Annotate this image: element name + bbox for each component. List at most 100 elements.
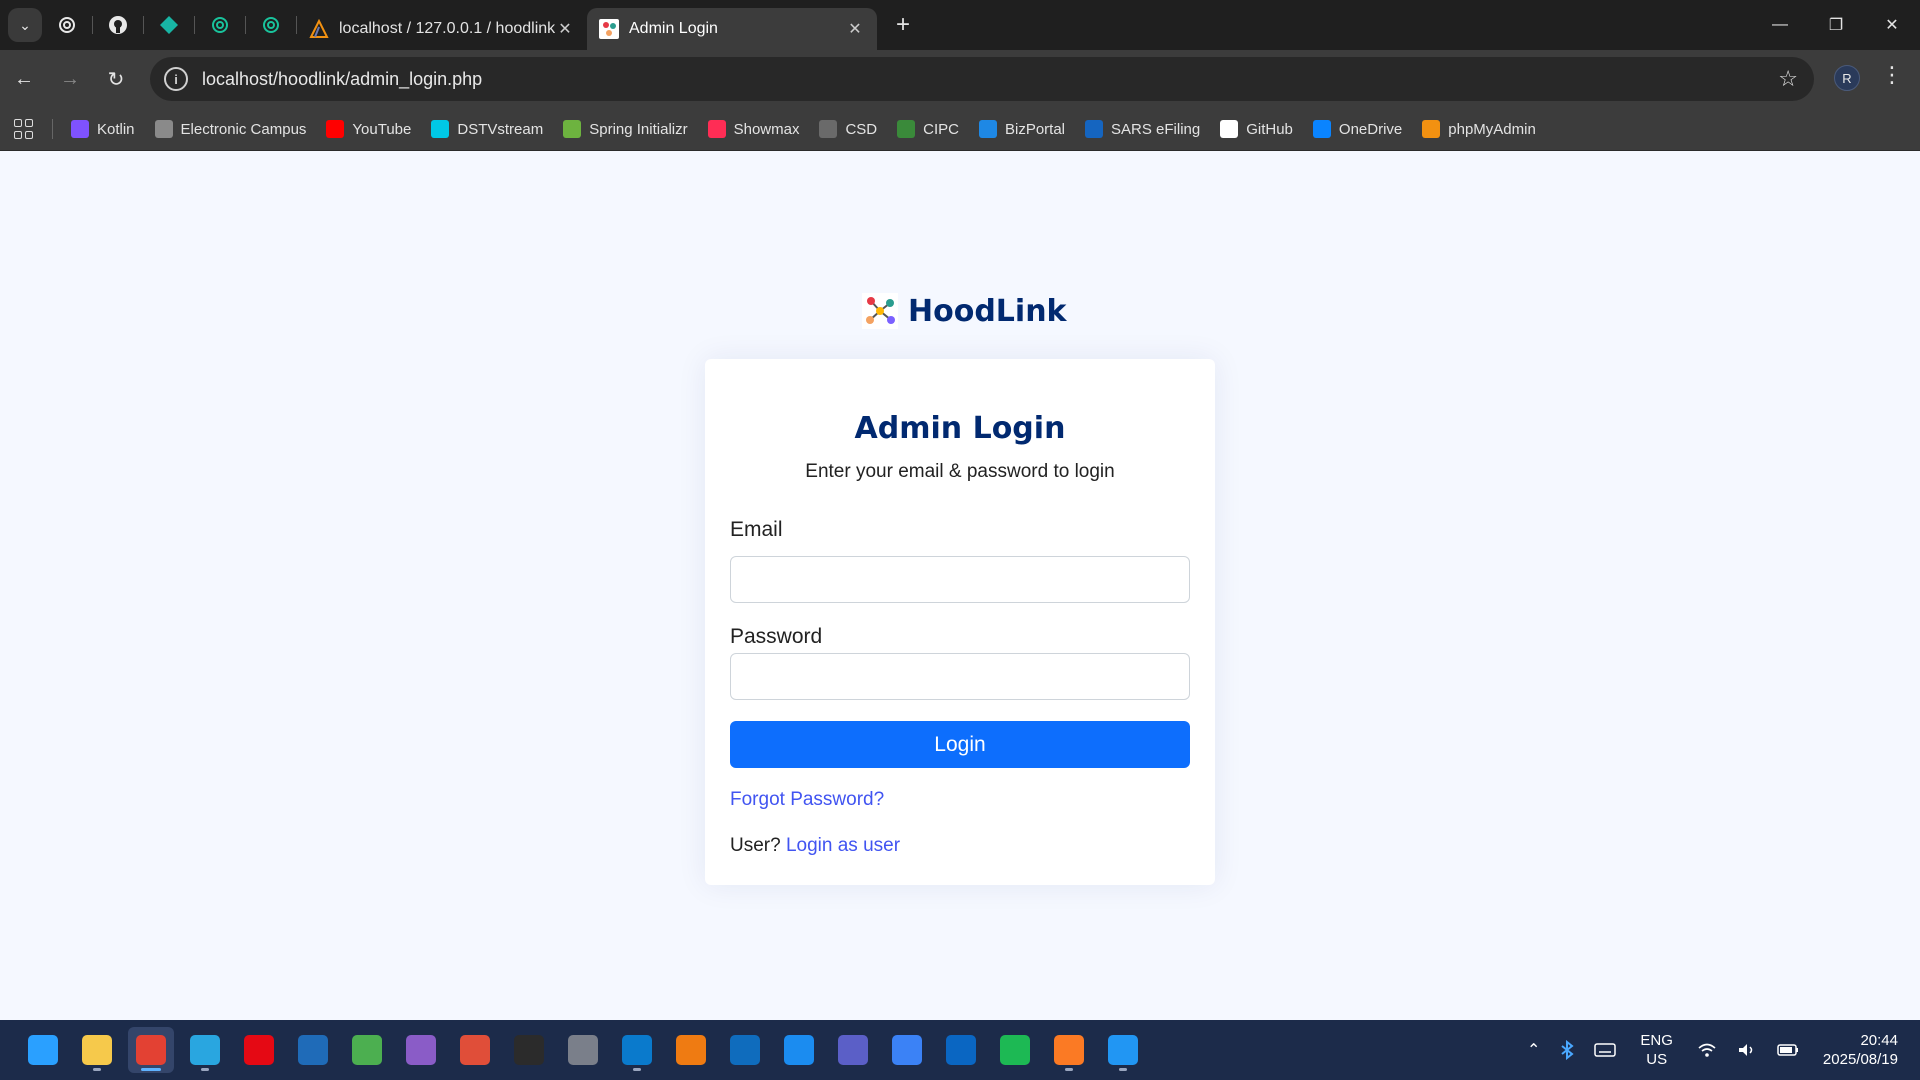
minimize-button[interactable]: — bbox=[1752, 0, 1808, 50]
taskbar-app[interactable] bbox=[992, 1027, 1038, 1073]
bookmark-youtube[interactable]: YouTube bbox=[326, 120, 411, 138]
window-controls: — ❐ ✕ bbox=[1752, 0, 1920, 50]
tab-admin-login[interactable]: Admin Login ✕ bbox=[587, 8, 877, 50]
openai-icon bbox=[212, 17, 228, 33]
site-info-icon[interactable]: i bbox=[164, 67, 188, 91]
bookmark-kotlin[interactable]: Kotlin bbox=[71, 120, 135, 138]
bookmark-electronic-campus[interactable]: Electronic Campus bbox=[154, 120, 307, 138]
taskbar-app[interactable] bbox=[452, 1027, 498, 1073]
taskbar-app[interactable] bbox=[398, 1027, 444, 1073]
taskbar-app[interactable] bbox=[830, 1027, 876, 1073]
brand[interactable]: HoodLink bbox=[862, 293, 1067, 329]
taskbar-app[interactable] bbox=[722, 1027, 768, 1073]
close-icon[interactable]: ✕ bbox=[555, 19, 575, 39]
xampp-icon bbox=[1054, 1035, 1084, 1065]
login-as-user-link[interactable]: Login as user bbox=[786, 835, 900, 856]
pinned-tab-github[interactable] bbox=[93, 0, 143, 50]
bookmark-github[interactable]: GitHub bbox=[1220, 120, 1293, 138]
bookmark-label: Kotlin bbox=[97, 120, 135, 138]
taskbar-app[interactable] bbox=[344, 1027, 390, 1073]
bookmark-favicon-icon bbox=[1422, 120, 1441, 138]
email-field[interactable] bbox=[730, 556, 1190, 603]
back-button[interactable]: ← bbox=[2, 57, 46, 101]
taskbar-app[interactable] bbox=[1100, 1027, 1146, 1073]
pinned-tab-diamond[interactable] bbox=[144, 0, 194, 50]
bookmark-onedrive[interactable]: OneDrive bbox=[1312, 120, 1402, 138]
keyboard-icon[interactable] bbox=[1594, 1042, 1617, 1058]
tab-phpmyadmin[interactable]: localhost / 127.0.0.1 / hoodlink ✕ bbox=[297, 8, 587, 50]
bluetooth-icon[interactable] bbox=[1560, 1040, 1575, 1060]
pinned-tab-chatgpt-2[interactable] bbox=[195, 0, 245, 50]
running-indicator bbox=[201, 1068, 209, 1071]
address-bar[interactable]: i localhost/hoodlink/admin_login.php ☆ bbox=[150, 57, 1814, 101]
login-button[interactable]: Login bbox=[730, 721, 1190, 768]
bookmark-label: Electronic Campus bbox=[180, 120, 307, 138]
chevron-up-icon[interactable]: ⌃ bbox=[1527, 1040, 1540, 1060]
bookmark-favicon-icon bbox=[897, 120, 916, 138]
bookmark-spring-initializr[interactable]: Spring Initializr bbox=[563, 120, 688, 138]
taskbar-app[interactable] bbox=[182, 1027, 228, 1073]
close-window-button[interactable]: ✕ bbox=[1864, 0, 1920, 50]
clock-time: 20:44 bbox=[1860, 1032, 1898, 1049]
page-subtitle: Enter your email & password to login bbox=[805, 461, 1115, 482]
bookmarks-divider bbox=[52, 119, 53, 139]
tab-search-button[interactable]: ⌄ bbox=[8, 8, 42, 42]
taskbar-app[interactable] bbox=[290, 1027, 336, 1073]
vscode-icon bbox=[622, 1035, 652, 1065]
volume-icon[interactable] bbox=[1737, 1042, 1757, 1058]
bookmark-favicon-icon bbox=[563, 120, 582, 138]
hoodlink-favicon-icon bbox=[599, 19, 619, 39]
bookmark-favicon-icon bbox=[71, 120, 89, 138]
restore-icon: ❐ bbox=[1828, 17, 1844, 34]
bookmark-list: Kotlin Electronic Campus YouTube DSTVstream… bbox=[71, 120, 1556, 138]
star-icon[interactable]: ☆ bbox=[1778, 66, 1798, 92]
profile-avatar[interactable]: R bbox=[1834, 65, 1860, 91]
taskbar-app[interactable] bbox=[884, 1027, 930, 1073]
bookmark-favicon-icon bbox=[1085, 120, 1104, 138]
phpmyadmin-icon bbox=[309, 19, 329, 38]
running-indicator bbox=[633, 1068, 641, 1071]
apps-grid-icon[interactable] bbox=[14, 119, 34, 139]
bookmark-label: phpMyAdmin bbox=[1448, 120, 1536, 138]
bookmark-dstvstream[interactable]: DSTVstream bbox=[431, 120, 543, 138]
outlook-icon bbox=[730, 1035, 760, 1065]
taskbar-app[interactable] bbox=[1046, 1027, 1092, 1073]
battery-icon[interactable] bbox=[1777, 1043, 1799, 1057]
taskbar-app[interactable] bbox=[236, 1027, 282, 1073]
new-tab-button[interactable]: + bbox=[883, 5, 923, 45]
restore-button[interactable]: ❐ bbox=[1808, 0, 1864, 50]
close-icon[interactable]: ✕ bbox=[845, 19, 865, 39]
bookmark-csd[interactable]: CSD bbox=[819, 120, 877, 138]
forgot-password-link[interactable]: Forgot Password? bbox=[730, 789, 884, 811]
taskbar-app[interactable] bbox=[776, 1027, 822, 1073]
language-indicator[interactable]: ENG US bbox=[1640, 1031, 1673, 1069]
password-field[interactable] bbox=[730, 653, 1190, 700]
taskbar-app[interactable] bbox=[20, 1027, 66, 1073]
taskbar-app[interactable] bbox=[614, 1027, 660, 1073]
bookmark-favicon-icon bbox=[154, 120, 173, 138]
bookmark-bizportal[interactable]: BizPortal bbox=[978, 120, 1065, 138]
bookmark-label: Spring Initializr bbox=[589, 120, 688, 138]
terminal-icon bbox=[514, 1035, 544, 1065]
reload-button[interactable]: ↻ bbox=[94, 57, 138, 101]
taskbar-app[interactable] bbox=[938, 1027, 984, 1073]
bookmark-sars-efiling[interactable]: SARS eFiling bbox=[1085, 120, 1200, 138]
more-menu-icon[interactable]: ⋮ bbox=[1880, 62, 1904, 88]
taskbar-app[interactable] bbox=[560, 1027, 606, 1073]
taskbar-app[interactable] bbox=[74, 1027, 120, 1073]
bookmarks-bar: Kotlin Electronic Campus YouTube DSTVstream… bbox=[0, 108, 1920, 151]
bookmark-phpmyadmin[interactable]: phpMyAdmin bbox=[1422, 120, 1536, 138]
close-icon: ✕ bbox=[1885, 17, 1899, 34]
bookmark-cipc[interactable]: CIPC bbox=[897, 120, 959, 138]
pinned-tab-chatgpt[interactable] bbox=[42, 0, 92, 50]
url-text[interactable]: localhost/hoodlink/admin_login.php bbox=[202, 69, 482, 90]
netflix-icon bbox=[244, 1035, 274, 1065]
wifi-icon[interactable] bbox=[1697, 1042, 1717, 1058]
bookmark-showmax[interactable]: Showmax bbox=[707, 120, 799, 138]
pinned-tab-chatgpt-3[interactable] bbox=[246, 0, 296, 50]
taskbar-app[interactable] bbox=[506, 1027, 552, 1073]
forward-button[interactable]: → bbox=[48, 57, 92, 101]
taskbar-app[interactable] bbox=[128, 1027, 174, 1073]
clock[interactable]: 20:44 2025/08/19 bbox=[1823, 1031, 1898, 1069]
taskbar-app[interactable] bbox=[668, 1027, 714, 1073]
